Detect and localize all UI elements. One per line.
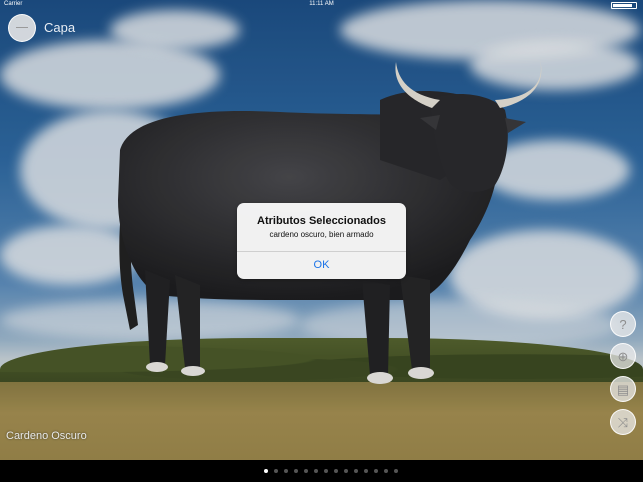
info-button[interactable]: ⊕	[610, 343, 636, 369]
page-indicator-bar	[0, 460, 643, 482]
page-dot[interactable]	[334, 469, 338, 473]
card-icon: ▤	[616, 382, 630, 397]
battery-icon	[611, 2, 637, 9]
info-icon: ⊕	[617, 349, 629, 364]
page-dot[interactable]	[304, 469, 308, 473]
help-icon: ?	[619, 317, 627, 332]
alert-dialog: Atributos Seleccionados cardeno oscuro, …	[237, 203, 406, 279]
ok-button[interactable]: OK	[237, 252, 406, 279]
page-dot[interactable]	[314, 469, 318, 473]
alert-title: Atributos Seleccionados	[257, 215, 386, 227]
page-dot[interactable]	[284, 469, 288, 473]
shuffle-button[interactable]: ⤨	[610, 409, 636, 435]
clock: 11:11 AM	[309, 1, 334, 7]
alert-message: cardeno oscuro, bien armado	[269, 230, 374, 239]
page-dot[interactable]	[344, 469, 348, 473]
status-bar: Carrier 11:11 AM	[0, 0, 643, 10]
page-dot[interactable]	[324, 469, 328, 473]
page-dot[interactable]	[384, 469, 388, 473]
page-dot[interactable]	[364, 469, 368, 473]
page-dot[interactable]	[354, 469, 358, 473]
page-title: Capa	[44, 20, 76, 35]
coat-caption: Cardeno Oscuro	[6, 430, 87, 442]
page-dot[interactable]	[394, 469, 398, 473]
shuffle-icon: ⤨	[617, 415, 629, 430]
card-button[interactable]: ▤	[610, 376, 636, 402]
menu-icon	[16, 27, 28, 28]
page-dot[interactable]	[294, 469, 298, 473]
page-dot[interactable]	[264, 469, 268, 473]
menu-button[interactable]	[8, 14, 36, 42]
page-dot[interactable]	[274, 469, 278, 473]
page-dot[interactable]	[374, 469, 378, 473]
help-button[interactable]: ?	[610, 311, 636, 337]
page-dots[interactable]	[264, 469, 398, 473]
